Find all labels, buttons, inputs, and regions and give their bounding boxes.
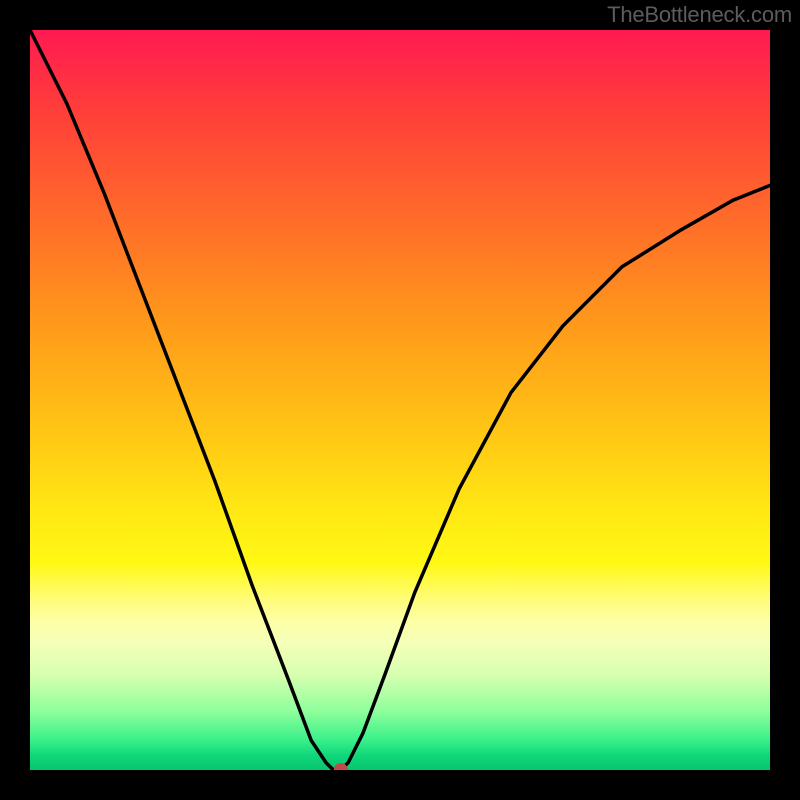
plot-area [30,30,770,770]
chart-svg [30,30,770,770]
bottleneck-curve [30,30,770,770]
watermark-label: TheBottleneck.com [607,2,792,28]
chart-frame: TheBottleneck.com [0,0,800,800]
